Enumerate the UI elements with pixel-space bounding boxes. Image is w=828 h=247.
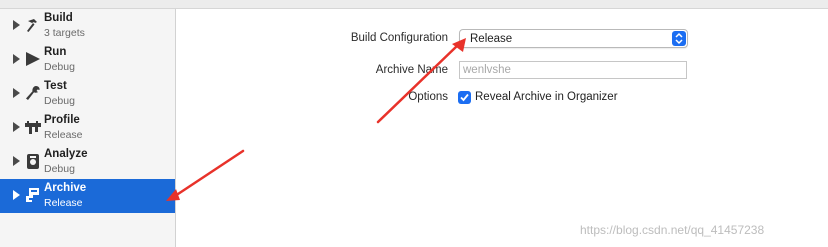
build-configuration-value: Release: [470, 33, 513, 45]
disclosure-triangle-icon[interactable]: [13, 20, 20, 30]
sidebar-item-title: Run: [44, 46, 67, 58]
disclosure-triangle-icon[interactable]: [13, 156, 20, 166]
options-label: Options: [408, 91, 448, 103]
sidebar-item-title: Archive: [44, 182, 87, 194]
sidebar-item-run[interactable]: Run Debug: [0, 43, 175, 77]
hammer-icon: [24, 16, 42, 34]
sidebar-item-analyze[interactable]: Analyze Debug: [0, 145, 175, 179]
build-configuration-label: Build Configuration: [350, 32, 448, 44]
profile-icon: [24, 118, 42, 136]
disclosure-triangle-icon[interactable]: [13, 190, 20, 200]
sidebar-item-archive[interactable]: Archive Release: [0, 179, 175, 213]
sidebar-item-subtitle: Release: [44, 197, 83, 209]
play-icon: [24, 50, 42, 68]
sidebar-item-build[interactable]: Build 3 targets: [0, 9, 175, 43]
sidebar-item-title: Build: [44, 12, 73, 24]
popup-stepper-icon[interactable]: [672, 31, 686, 46]
sidebar-item-profile[interactable]: Profile Release: [0, 111, 175, 145]
sidebar-item-subtitle: Debug: [44, 95, 75, 107]
archive-name-input[interactable]: [460, 62, 686, 78]
window-top-edge: [0, 0, 828, 9]
archive-icon: [24, 186, 42, 204]
archive-name-label: Archive Name: [375, 64, 448, 76]
watermark-text: https://blog.csdn.net/qq_41457238: [580, 223, 765, 237]
reveal-archive-checkbox[interactable]: [458, 91, 471, 104]
disclosure-triangle-icon[interactable]: [13, 88, 20, 98]
sidebar-item-subtitle: Release: [44, 129, 83, 141]
sidebar-item-title: Test: [44, 80, 67, 92]
analyze-icon: [24, 152, 42, 170]
sidebar-item-title: Profile: [44, 114, 80, 126]
annotation-arrow-to-build-configuration: [376, 38, 466, 124]
sidebar-item-title: Analyze: [44, 148, 88, 160]
wrench-icon: [24, 84, 42, 102]
disclosure-triangle-icon[interactable]: [13, 122, 20, 132]
sidebar-item-subtitle: Debug: [44, 163, 75, 175]
build-configuration-popup[interactable]: Release: [459, 29, 688, 48]
disclosure-triangle-icon[interactable]: [13, 54, 20, 64]
annotation-arrow-to-archive: [166, 149, 245, 201]
sidebar-item-subtitle: Debug: [44, 61, 75, 73]
archive-name-field[interactable]: [459, 61, 687, 79]
reveal-archive-label[interactable]: Reveal Archive in Organizer: [475, 91, 618, 103]
sidebar-item-test[interactable]: Test Debug: [0, 77, 175, 111]
sidebar-item-subtitle: 3 targets: [44, 27, 85, 39]
scheme-action-sidebar: Build 3 targets Run Debug Test Debug Pro…: [0, 9, 176, 247]
